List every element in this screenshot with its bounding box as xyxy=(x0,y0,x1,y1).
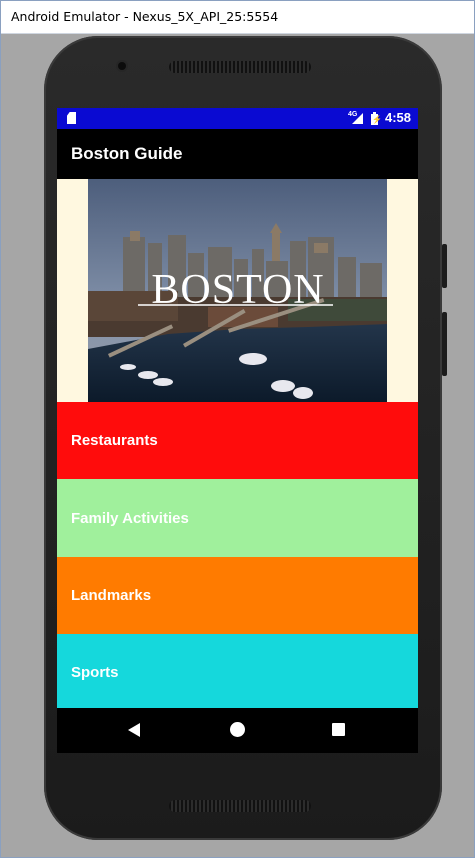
hero-title: BOSTON xyxy=(151,267,324,313)
volume-button[interactable] xyxy=(442,312,447,376)
power-button[interactable] xyxy=(442,244,447,288)
category-label: Restaurants xyxy=(71,432,158,449)
status-clock: 4:58 xyxy=(385,110,412,125)
recents-icon[interactable] xyxy=(332,723,345,736)
category-label: Sports xyxy=(71,664,119,681)
category-family-activities[interactable]: Family Activities xyxy=(57,479,418,557)
boston-skyline-image: BOSTON xyxy=(88,179,387,402)
category-label: Landmarks xyxy=(71,587,152,604)
window-titlebar[interactable]: Android Emulator - Nexus_5X_API_25:5554 xyxy=(1,1,474,34)
app-toolbar: Boston Guide xyxy=(57,129,418,179)
device-screen: 4G ⚡ 4:58 Boston Guide BOSTON Restaurant… xyxy=(57,108,418,753)
window-title: Android Emulator - Nexus_5X_API_25:5554 xyxy=(11,9,279,24)
front-camera-icon xyxy=(118,62,126,70)
status-bar: 4G ⚡ 4:58 xyxy=(57,108,418,129)
network-type: 4G xyxy=(348,111,358,118)
category-restaurants[interactable]: Restaurants xyxy=(57,402,418,479)
back-icon[interactable] xyxy=(128,723,140,737)
battery-charging-icon: ⚡ xyxy=(371,112,382,125)
sd-card-icon xyxy=(67,112,76,124)
category-label: Family Activities xyxy=(71,510,189,527)
app-title: Boston Guide xyxy=(71,144,183,163)
bottom-speaker-grille xyxy=(169,800,311,812)
category-sports[interactable]: Sports xyxy=(57,634,418,708)
home-icon[interactable] xyxy=(230,722,245,737)
category-landmarks[interactable]: Landmarks xyxy=(57,557,418,634)
navigation-bar xyxy=(57,708,418,753)
hero-banner: BOSTON xyxy=(57,179,418,402)
top-speaker-grille xyxy=(169,61,311,73)
